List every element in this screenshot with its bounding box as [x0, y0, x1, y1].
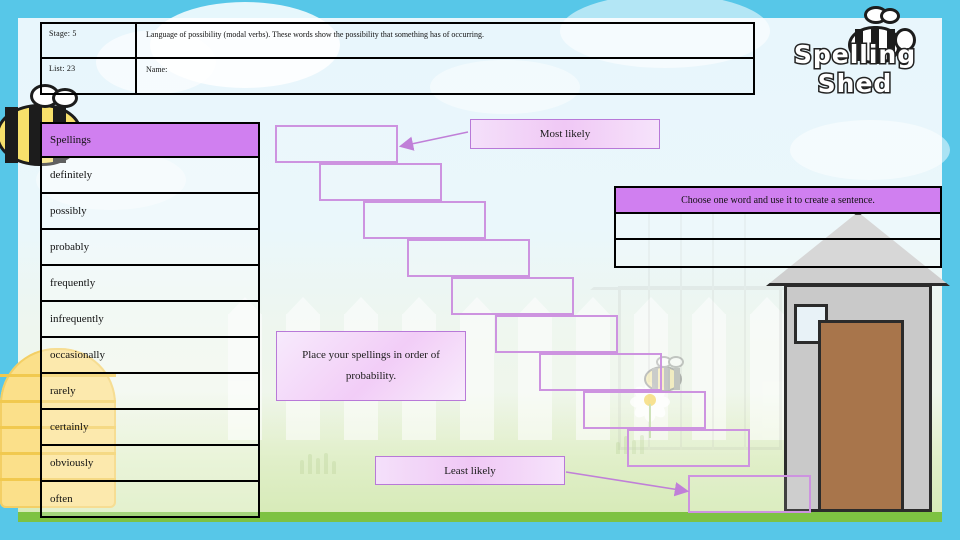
name-cell: Name:: [146, 64, 168, 74]
sentence-task-box: Choose one word and use it to create a s…: [614, 186, 942, 268]
header-table: Stage: 5 Language of possibility (modal …: [40, 22, 755, 95]
worksheet: Stage: 5 Language of possibility (modal …: [0, 0, 960, 540]
spelling-shed-logo: Spelling Shed: [762, 6, 948, 102]
spelling-word-row: infrequently: [40, 302, 260, 338]
staircase-step-box[interactable]: [583, 391, 706, 429]
most-likely-label: Most likely: [470, 119, 660, 149]
spelling-word-row: possibly: [40, 194, 260, 230]
spelling-word-row: certainly: [40, 410, 260, 446]
spelling-word-row: probably: [40, 230, 260, 266]
instruction-line-2: probability.: [345, 370, 397, 382]
sentence-write-line[interactable]: [616, 214, 940, 240]
list-cell: List: 23: [42, 58, 137, 93]
staircase-step-box[interactable]: [627, 429, 750, 467]
sentence-task-heading: Choose one word and use it to create a s…: [616, 188, 940, 214]
spelling-word-row: rarely: [40, 374, 260, 410]
spelling-word-row: frequently: [40, 266, 260, 302]
sentence-write-line[interactable]: [616, 240, 940, 266]
instruction-line-1: Place your spellings in order of: [302, 349, 440, 362]
staircase-step-box[interactable]: [451, 277, 574, 315]
spellings-heading: Spellings: [40, 122, 260, 158]
spelling-word-row: occasionally: [40, 338, 260, 374]
staircase-step-box[interactable]: [495, 315, 618, 353]
spellings-table: Spellings definitely possibly probably f…: [40, 122, 260, 518]
logo-text: Spelling Shed: [792, 39, 917, 100]
staircase-step-box[interactable]: [688, 475, 811, 513]
stage-cell: Stage: 5: [42, 24, 137, 59]
staircase-step-box[interactable]: [539, 353, 662, 391]
spelling-word-row: often: [40, 482, 260, 518]
staircase-step-box[interactable]: [407, 239, 530, 277]
staircase-step-box[interactable]: [319, 163, 442, 201]
spelling-word-row: definitely: [40, 158, 260, 194]
spelling-word-row: obviously: [40, 446, 260, 482]
staircase-step-box[interactable]: [275, 125, 398, 163]
staircase-step-box[interactable]: [363, 201, 486, 239]
least-likely-label: Least likely: [375, 456, 565, 485]
instruction-label: Place your spellings in order of probabi…: [276, 331, 466, 401]
description-cell: Language of possibility (modal verbs). T…: [137, 24, 753, 59]
